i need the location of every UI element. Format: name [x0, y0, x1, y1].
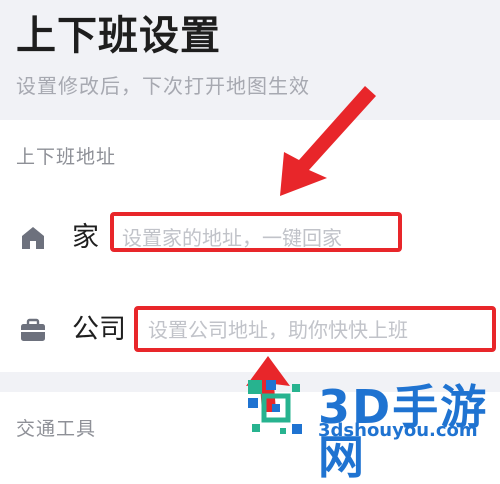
page-subtitle: 设置修改后，下次打开地图生效 — [16, 74, 310, 98]
page-title: 上下班设置 — [16, 13, 221, 59]
home-label: 家 — [72, 222, 99, 253]
home-icon — [22, 227, 44, 249]
briefcase-icon — [21, 318, 45, 341]
company-label: 公司 — [72, 314, 126, 345]
watermark-url: 3dshouyou.com — [318, 420, 478, 441]
section-label-transport: 交通工具 — [16, 418, 97, 440]
watermark-logo-icon — [248, 380, 302, 434]
section-label-commute-address: 上下班地址 — [16, 146, 117, 168]
annotation-highlight-company — [134, 306, 496, 352]
annotation-highlight-home — [110, 212, 402, 252]
